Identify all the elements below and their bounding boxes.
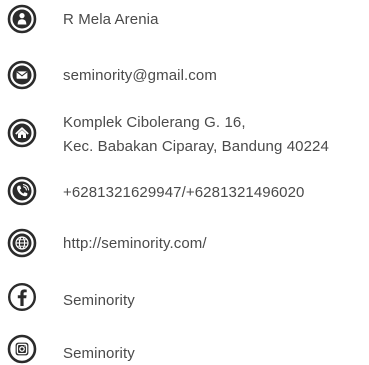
contact-address: Komplek Cibolerang G. 16, Kec. Babakan C… xyxy=(63,111,329,159)
address-line-1: Komplek Cibolerang G. 16, xyxy=(63,114,246,131)
contact-row-address: Komplek Cibolerang G. 16, Kec. Babakan C… xyxy=(0,108,369,160)
contact-website[interactable]: http://seminority.com/ xyxy=(63,233,207,254)
facebook-circle-icon xyxy=(7,282,37,312)
instagram-circle-icon xyxy=(7,334,37,364)
contact-instagram[interactable]: Seminority xyxy=(63,343,135,364)
globe-circle-icon xyxy=(7,228,37,258)
address-line-2: Kec. Babakan Ciparay, Bandung 40224 xyxy=(63,138,329,155)
contact-row-email: seminority@gmail.com xyxy=(0,60,369,96)
contact-list: R Mela Arenia seminority@gmail.com Kompl… xyxy=(0,0,369,365)
contact-row-facebook: Seminority xyxy=(0,282,369,316)
contact-row-phone: +6281321629947/+6281321496020 xyxy=(0,176,369,210)
home-circle-icon xyxy=(7,118,37,148)
contact-phone[interactable]: +6281321629947/+6281321496020 xyxy=(63,182,305,203)
contact-name: R Mela Arenia xyxy=(63,11,159,28)
contact-row-website: http://seminority.com/ xyxy=(0,228,369,260)
envelope-circle-icon xyxy=(7,60,37,90)
contact-row-instagram: Seminority xyxy=(0,334,369,365)
user-circle-icon xyxy=(7,4,37,34)
contact-email[interactable]: seminority@gmail.com xyxy=(63,65,217,86)
contact-facebook[interactable]: Seminority xyxy=(63,290,135,311)
phone-circle-icon xyxy=(7,176,37,206)
contact-row-name: R Mela Arenia xyxy=(0,0,369,40)
